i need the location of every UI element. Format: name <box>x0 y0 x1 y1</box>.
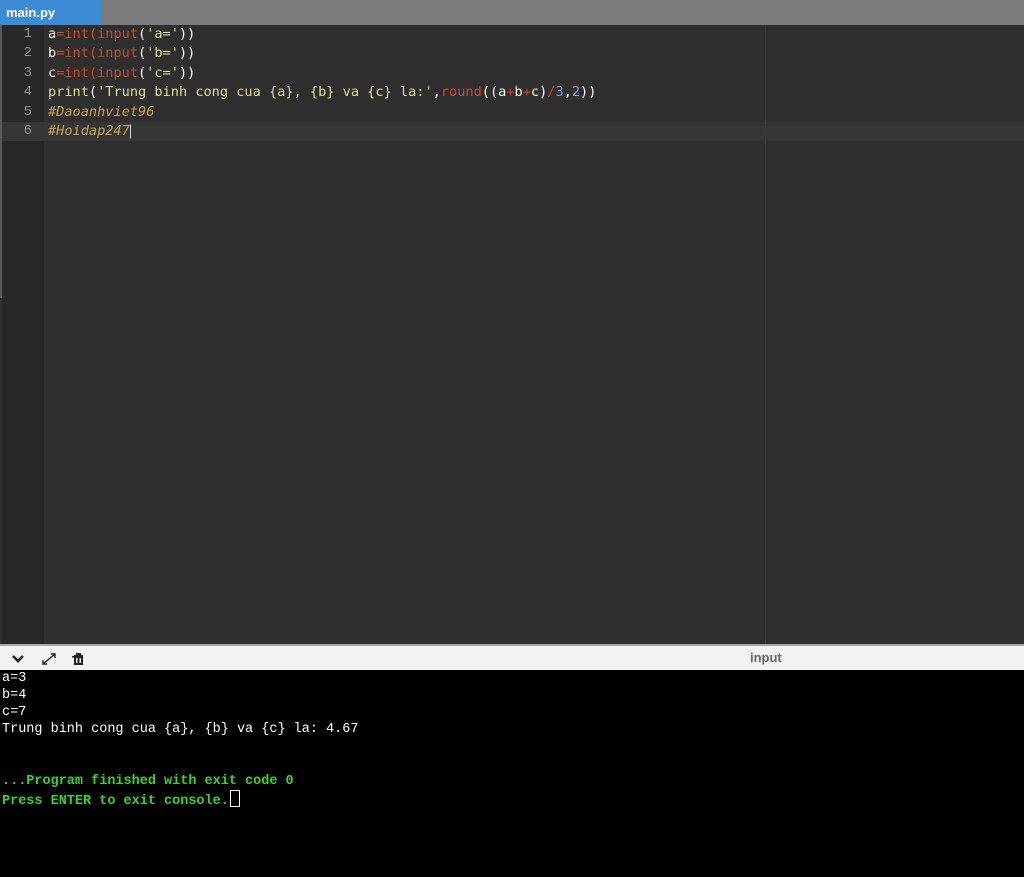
code-token: 'c=' <box>146 65 179 81</box>
code-token: ( <box>88 26 98 42</box>
code-token: print <box>48 84 89 100</box>
clear-console-icon[interactable] <box>70 652 88 666</box>
code-token: input <box>97 65 139 81</box>
code-token: )) <box>178 45 196 61</box>
line-number: 3 <box>23 65 32 81</box>
code-token: , <box>563 84 572 100</box>
code-line-4: print('Trung binh cong cua {a}, {b} va {… <box>48 83 596 102</box>
code-token: input <box>97 26 139 42</box>
code-token: round <box>440 84 482 100</box>
console-line: b=4 <box>2 688 27 703</box>
code-token: + <box>506 84 515 100</box>
code-line-1: a=int(input('a=')) <box>48 25 195 44</box>
expand-arrows-icon[interactable] <box>40 652 58 666</box>
console-line: c=7 <box>2 705 27 720</box>
code-token: ( <box>88 45 98 61</box>
input-label: input <box>750 650 782 665</box>
active-line-highlight <box>2 122 1024 141</box>
code-token: a <box>48 26 57 42</box>
code-token: c <box>530 84 540 100</box>
code-line-5: #Daoanhviet96 <box>48 104 155 120</box>
code-token: 'b=' <box>146 45 179 61</box>
code-token: int <box>64 65 89 81</box>
code-token: 2 <box>571 84 581 100</box>
code-token: )) <box>178 26 196 42</box>
line-number: 1 <box>23 26 32 42</box>
code-line-6: #Hoidap247 <box>48 122 131 141</box>
editor-left-edge <box>0 25 2 298</box>
code-token: 'Trung binh cong cua {a}, {b} va {c} la:… <box>97 84 433 100</box>
tab-bar: main.py <box>0 0 1024 25</box>
console-cursor <box>229 790 240 807</box>
console-toolbar: input <box>0 644 1024 670</box>
press-enter-message: Press ENTER to exit console. <box>2 790 240 809</box>
code-token: ( <box>138 65 147 81</box>
line-number: 4 <box>23 84 32 100</box>
code-token: input <box>97 45 139 61</box>
code-token: )) <box>580 84 597 100</box>
code-token: 3 <box>555 84 564 100</box>
line-number: 5 <box>23 104 32 120</box>
code-token: ( <box>138 26 147 42</box>
code-line-3: c=int(input('c=')) <box>48 64 195 83</box>
exit-message: ...Program finished with exit code 0 <box>2 774 294 789</box>
print-margin <box>765 25 766 644</box>
line-number: 2 <box>23 45 32 61</box>
console-line: Trung binh cong cua {a}, {b} va {c} la: … <box>2 722 359 737</box>
code-token: b <box>48 45 57 61</box>
console-line: a=3 <box>2 671 27 686</box>
code-token: int <box>64 26 89 42</box>
text-caret <box>129 123 131 139</box>
code-token: )) <box>178 65 196 81</box>
code-editor[interactable]: 1 2 3 4 5 6 a=int(input('a=')) b=int(inp… <box>0 25 1024 644</box>
code-token: (( <box>481 84 499 100</box>
code-token: , <box>432 84 441 100</box>
code-token: ( <box>88 65 98 81</box>
console-output[interactable]: a=3 b=4 c=7 Trung binh cong cua {a}, {b}… <box>0 670 1024 877</box>
code-token: ( <box>88 84 98 100</box>
code-token: + <box>522 84 531 100</box>
press-enter-text: Press ENTER to exit console. <box>2 794 229 809</box>
code-token: b <box>514 84 523 100</box>
code-token: 'a=' <box>146 26 179 42</box>
code-token: int <box>64 45 89 61</box>
code-token: #Hoidap247 <box>48 123 130 139</box>
code-token: ( <box>138 45 147 61</box>
line-number: 6 <box>23 123 32 139</box>
code-token: c <box>48 65 57 81</box>
code-line-2: b=int(input('b=')) <box>48 44 195 63</box>
chevron-down-icon[interactable] <box>10 652 28 666</box>
tab-main-py[interactable]: main.py <box>0 0 102 25</box>
